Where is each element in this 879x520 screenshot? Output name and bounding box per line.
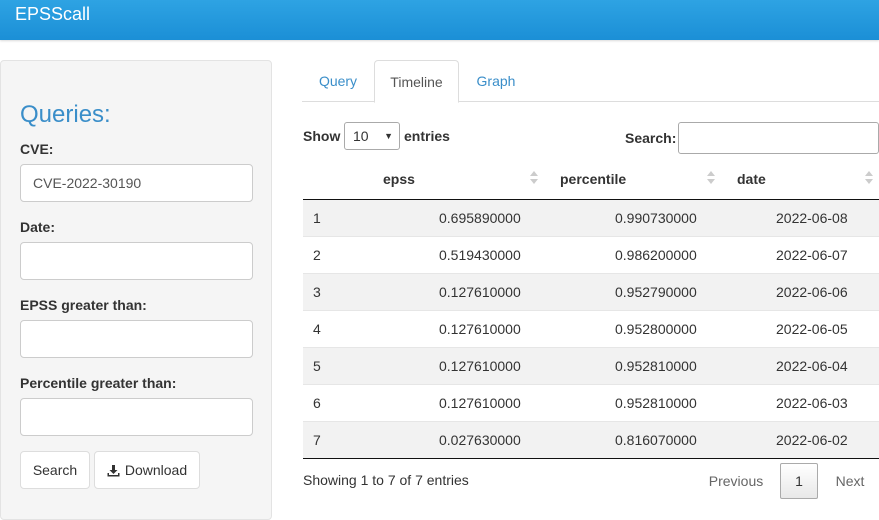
- column-header-percentile-label: percentile: [560, 171, 627, 188]
- row-index-cell: 1: [303, 198, 367, 236]
- table-row: 1 0.695890000 0.990730000 2022-06-08: [303, 198, 879, 236]
- row-index-cell: 7: [303, 420, 367, 459]
- search-button-label: Search: [32, 462, 78, 478]
- table-header-row: epss percentile date: [303, 160, 879, 200]
- percentile-cell: 0.990730000: [544, 198, 721, 236]
- app-title[interactable]: EPSScall: [15, 4, 90, 25]
- timeline-table: epss percentile date 1 0.695890000 0.99073…: [303, 160, 879, 459]
- cve-input[interactable]: [20, 164, 253, 202]
- column-header-epss[interactable]: epss: [367, 160, 544, 200]
- epss-cell: 0.127610000: [367, 383, 544, 421]
- percentile-cell: 0.952810000: [544, 383, 721, 421]
- page-1-button[interactable]: 1: [780, 463, 818, 499]
- percentile-label: Percentile greater than:: [20, 375, 177, 391]
- column-header-percentile[interactable]: percentile: [544, 160, 721, 200]
- tab-query[interactable]: Query: [302, 60, 374, 102]
- epss-cell: 0.695890000: [367, 198, 544, 236]
- tab-bar: Query Timeline Graph: [302, 60, 879, 103]
- download-button[interactable]: Download: [94, 451, 200, 489]
- date-cell: 2022-06-02: [721, 420, 879, 459]
- download-icon: [107, 464, 120, 476]
- column-header-date-label: date: [737, 171, 766, 188]
- previous-page-button[interactable]: Previous: [698, 463, 774, 499]
- table-row: 4 0.127610000 0.952800000 2022-06-05: [303, 309, 879, 347]
- date-cell: 2022-06-08: [721, 198, 879, 236]
- date-cell: 2022-06-06: [721, 272, 879, 310]
- column-header-index: [303, 160, 367, 200]
- sort-icon: [707, 171, 715, 187]
- table-row: 2 0.519430000 0.986200000 2022-06-07: [303, 235, 879, 273]
- row-index-cell: 2: [303, 235, 367, 273]
- date-cell: 2022-06-07: [721, 235, 879, 273]
- table-row: 5 0.127610000 0.952810000 2022-06-04: [303, 346, 879, 384]
- table-row: 3 0.127610000 0.952790000 2022-06-06: [303, 272, 879, 310]
- percentile-cell: 0.816070000: [544, 420, 721, 459]
- row-index-cell: 5: [303, 346, 367, 384]
- sort-icon: [865, 171, 873, 187]
- page-length-value: 10: [353, 128, 369, 144]
- percentile-cell: 0.952800000: [544, 309, 721, 347]
- epss-cell: 0.127610000: [367, 272, 544, 310]
- date-input[interactable]: [20, 242, 253, 280]
- show-label: Show: [303, 128, 341, 144]
- row-index-cell: 4: [303, 309, 367, 347]
- table-search-input[interactable]: [678, 122, 879, 154]
- navbar: EPSScall: [0, 0, 879, 40]
- sidebar-title: Queries:: [20, 101, 111, 128]
- date-cell: 2022-06-05: [721, 309, 879, 347]
- percentile-cell: 0.986200000: [544, 235, 721, 273]
- date-cell: 2022-06-03: [721, 383, 879, 421]
- date-label: Date:: [20, 219, 56, 235]
- row-index-cell: 6: [303, 383, 367, 421]
- column-header-date[interactable]: date: [721, 160, 879, 200]
- epss-cell: 0.027630000: [367, 420, 544, 459]
- next-page-button[interactable]: Next: [824, 463, 876, 499]
- chevron-down-icon: ▼: [384, 131, 393, 141]
- column-header-epss-label: epss: [383, 171, 415, 188]
- row-index-cell: 3: [303, 272, 367, 310]
- table-search-label: Search:: [625, 130, 677, 146]
- download-button-label: Download: [124, 462, 188, 478]
- table-row: 7 0.027630000 0.816070000 2022-06-02: [303, 420, 879, 459]
- query-sidebar: Queries: CVE: Date: EPSS greater than: P…: [0, 60, 272, 520]
- table-row: 6 0.127610000 0.952810000 2022-06-03: [303, 383, 879, 421]
- epss-cell: 0.127610000: [367, 346, 544, 384]
- epss-cell: 0.519430000: [367, 235, 544, 273]
- table-info: Showing 1 to 7 of 7 entries: [303, 472, 469, 488]
- epss-cell: 0.127610000: [367, 309, 544, 347]
- percentile-input[interactable]: [20, 398, 253, 436]
- tab-graph[interactable]: Graph: [459, 60, 533, 102]
- cve-label: CVE:: [20, 141, 54, 157]
- entries-label: entries: [404, 128, 450, 144]
- epss-input[interactable]: [20, 320, 253, 358]
- epss-label: EPSS greater than:: [20, 297, 147, 313]
- percentile-cell: 0.952790000: [544, 272, 721, 310]
- page-length-select[interactable]: 10 ▼: [344, 122, 400, 150]
- percentile-cell: 0.952810000: [544, 346, 721, 384]
- search-button[interactable]: Search: [20, 451, 90, 489]
- tab-timeline[interactable]: Timeline: [374, 60, 459, 103]
- sort-icon: [530, 171, 538, 187]
- date-cell: 2022-06-04: [721, 346, 879, 384]
